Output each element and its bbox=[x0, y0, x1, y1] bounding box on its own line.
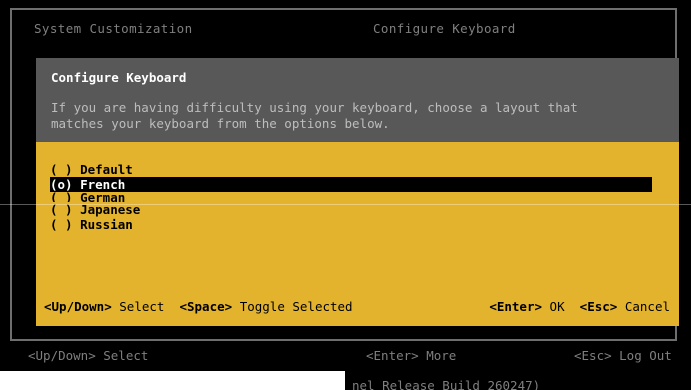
radio-marker: ( ) bbox=[50, 162, 73, 177]
obscuring-white-bar bbox=[0, 371, 345, 390]
dialog-help-right: <Enter> OK <Esc> Cancel bbox=[489, 299, 670, 314]
dcui-screen: System Customization Configure Keyboard … bbox=[0, 0, 691, 390]
space-action: Toggle Selected bbox=[239, 299, 353, 314]
radio-marker: ( ) bbox=[50, 192, 73, 202]
option-german[interactable]: ( ) German bbox=[50, 192, 652, 202]
updown-action: Select bbox=[119, 299, 165, 314]
option-default[interactable]: ( ) Default bbox=[50, 162, 652, 177]
dialog-title: Configure Keyboard bbox=[51, 70, 187, 85]
footer-logout-hint: <Esc> Log Out bbox=[574, 348, 672, 363]
radio-marker: (o) bbox=[50, 177, 73, 192]
option-french[interactable]: (o) French bbox=[50, 177, 652, 192]
system-customization-title: System Customization bbox=[34, 21, 193, 36]
configure-keyboard-header-title: Configure Keyboard bbox=[373, 21, 516, 36]
description-line-1: If you are having difficulty using your … bbox=[51, 100, 578, 115]
esc-key[interactable]: <Esc> bbox=[580, 299, 618, 314]
footer-select-hint: <Up/Down> Select bbox=[28, 348, 149, 363]
space-key[interactable]: <Space> bbox=[179, 299, 232, 314]
option-label: Russian bbox=[80, 217, 133, 232]
updown-key[interactable]: <Up/Down> bbox=[44, 299, 112, 314]
enter-action: OK bbox=[549, 299, 565, 314]
dialog-description: If you are having difficulty using your … bbox=[51, 100, 578, 132]
option-label: French bbox=[80, 177, 126, 192]
enter-key[interactable]: <Enter> bbox=[489, 299, 542, 314]
dialog-help-bar: <Up/Down> Select <Space> Toggle Selected… bbox=[44, 299, 670, 314]
screen-artifact-line bbox=[0, 204, 691, 205]
configure-keyboard-dialog: Configure Keyboard If you are having dif… bbox=[36, 58, 679, 326]
option-label: Default bbox=[80, 162, 133, 177]
esc-action: Cancel bbox=[624, 299, 670, 314]
build-info: nel Release Build 260247) bbox=[352, 378, 541, 390]
keyboard-layout-list: ( ) Default (o) French ( ) German ( ) Ja… bbox=[50, 162, 652, 232]
dialog-header: Configure Keyboard If you are having dif… bbox=[36, 58, 679, 142]
radio-marker: ( ) bbox=[50, 217, 73, 232]
description-line-2: matches your keyboard from the options b… bbox=[51, 116, 390, 131]
option-russian[interactable]: ( ) Russian bbox=[50, 217, 652, 232]
footer-more-hint: <Enter> More bbox=[366, 348, 457, 363]
option-label: German bbox=[80, 192, 126, 202]
